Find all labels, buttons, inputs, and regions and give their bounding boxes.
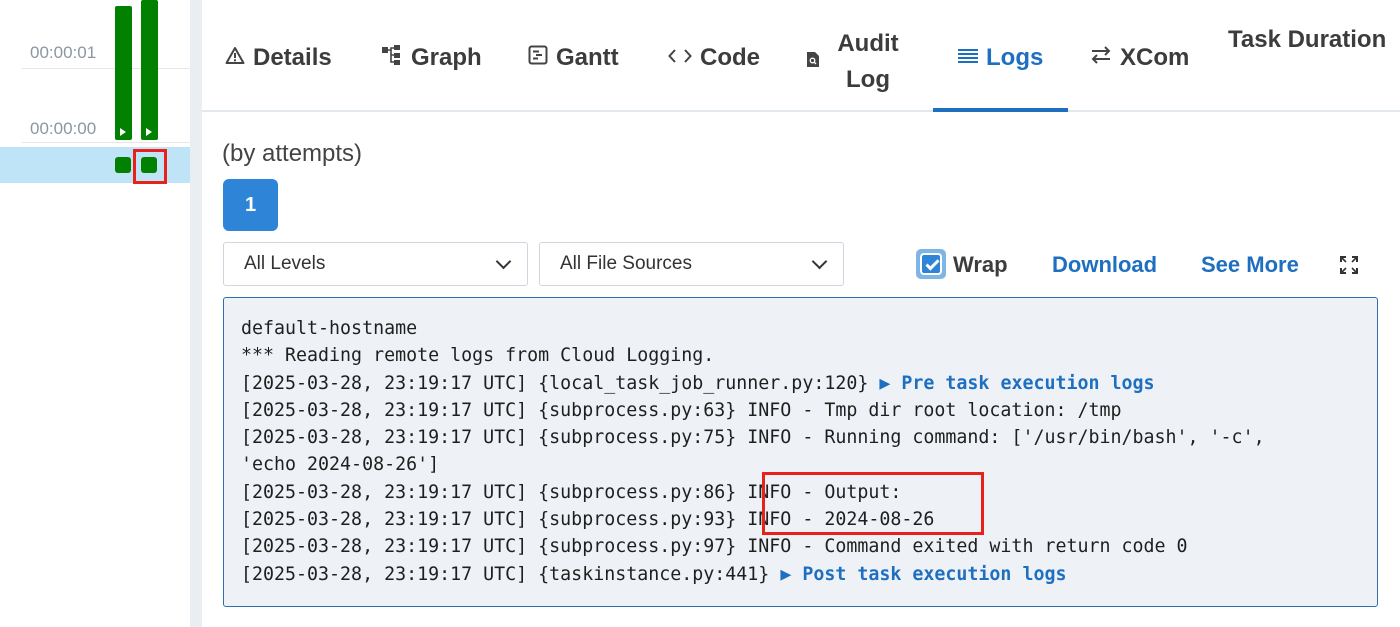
chevron-down-icon bbox=[811, 253, 828, 270]
log-line: [2025-03-28, 23:19:17 UTC] {taskinstance… bbox=[241, 563, 1067, 585]
task-instance-square[interactable] bbox=[115, 157, 131, 173]
select-value: All File Sources bbox=[560, 253, 692, 274]
tab-label: Logs bbox=[986, 44, 1044, 71]
selected-task-highlight bbox=[133, 149, 167, 184]
tab-label: XCom bbox=[1120, 44, 1190, 71]
grid-line bbox=[22, 68, 190, 69]
log-line: [2025-03-28, 23:19:17 UTC] {subprocess.p… bbox=[241, 399, 1122, 421]
tab-label: Audit Log bbox=[828, 26, 908, 98]
output-highlight-box bbox=[762, 472, 984, 535]
select-value: All Levels bbox=[244, 253, 326, 274]
tab-details[interactable]: Details bbox=[225, 44, 332, 72]
tab-task-duration[interactable]: Task Duration bbox=[1228, 26, 1386, 54]
dag-run-duration-bar[interactable] bbox=[141, 0, 158, 140]
warning-triangle-icon bbox=[225, 46, 245, 71]
expand-arrows-icon[interactable] bbox=[1340, 256, 1358, 274]
tab-code[interactable]: Code bbox=[668, 44, 760, 72]
tab-label-line: Log bbox=[846, 66, 890, 93]
log-line: default-hostname bbox=[241, 318, 418, 339]
tab-xcom[interactable]: XCom bbox=[1090, 44, 1189, 72]
swap-arrows-icon bbox=[1090, 46, 1112, 70]
tab-audit-log[interactable]: Audit Log bbox=[806, 26, 916, 98]
dag-run-duration-bar[interactable] bbox=[115, 6, 132, 140]
log-line: [2025-03-28, 23:19:17 UTC] {subprocess.p… bbox=[241, 536, 1188, 558]
file-source-select[interactable]: All File Sources bbox=[539, 242, 844, 286]
tab-logs[interactable]: Logs bbox=[958, 44, 1043, 72]
tab-label-line: Audit bbox=[837, 30, 899, 57]
log-line: [2025-03-28, 23:19:17 UTC] {subprocess.p… bbox=[241, 427, 1265, 449]
log-line: *** Reading remote logs from Cloud Loggi… bbox=[241, 345, 715, 367]
tab-graph[interactable]: Graph bbox=[381, 44, 482, 72]
tab-label: Details bbox=[253, 44, 332, 71]
play-icon bbox=[120, 128, 126, 136]
log-group-toggle[interactable]: ▶ Pre task execution logs bbox=[879, 373, 1154, 394]
tab-label: Graph bbox=[411, 44, 482, 71]
file-search-icon bbox=[806, 51, 820, 74]
gantt-icon bbox=[528, 45, 548, 71]
attempt-button[interactable]: 1 bbox=[223, 179, 278, 231]
grid-panel: 00:00:01 00:00:00 bbox=[0, 0, 190, 627]
tab-label: Gantt bbox=[556, 44, 619, 71]
attempts-heading: (by attempts) bbox=[222, 140, 363, 167]
log-output[interactable]: default-hostname *** Reading remote logs… bbox=[223, 297, 1378, 607]
log-line: [2025-03-28, 23:19:17 UTC] {local_task_j… bbox=[241, 372, 1155, 394]
wrap-label[interactable]: Wrap bbox=[953, 252, 1008, 278]
log-level-select[interactable]: All Levels bbox=[223, 242, 528, 286]
duration-tick-label: 00:00:01 bbox=[30, 43, 97, 62]
wrap-checkbox[interactable] bbox=[916, 249, 946, 279]
list-lines-icon bbox=[958, 47, 978, 70]
check-icon bbox=[925, 256, 940, 271]
chevron-down-icon bbox=[495, 253, 512, 270]
tabs-divider bbox=[202, 110, 1400, 112]
active-tab-indicator bbox=[933, 108, 1068, 112]
log-group-toggle[interactable]: ▶ Post task execution logs bbox=[780, 564, 1066, 585]
checkbox-box bbox=[920, 253, 942, 275]
graph-nodes-icon bbox=[381, 45, 403, 71]
play-icon bbox=[146, 128, 152, 136]
grid-line bbox=[22, 142, 190, 143]
see-more-link[interactable]: See More bbox=[1201, 252, 1299, 278]
tab-label: Code bbox=[700, 44, 760, 71]
panel-divider[interactable] bbox=[190, 0, 202, 627]
duration-tick-label: 00:00:00 bbox=[30, 119, 97, 138]
download-link[interactable]: Download bbox=[1052, 252, 1157, 278]
tab-gantt[interactable]: Gantt bbox=[528, 44, 619, 72]
code-brackets-icon bbox=[668, 47, 692, 70]
tab-label: Task Duration bbox=[1228, 26, 1387, 53]
